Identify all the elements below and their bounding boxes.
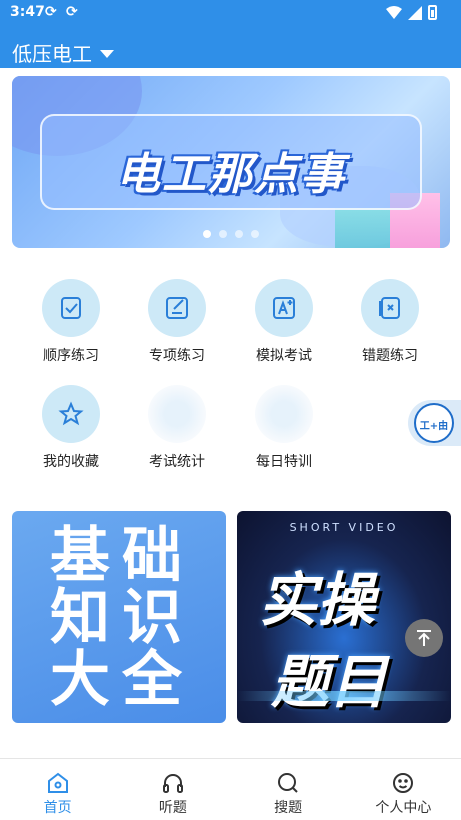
card-title: 基础知识大全 bbox=[50, 521, 194, 715]
icon-circle bbox=[255, 279, 313, 337]
card-title-line2: 题目 bbox=[271, 648, 388, 716]
icon-circle bbox=[148, 279, 206, 337]
wifi-icon bbox=[386, 5, 402, 19]
grid-item-exam-stats[interactable]: 考试统计 bbox=[127, 385, 227, 471]
icon-circle bbox=[42, 385, 100, 443]
carousel-dots bbox=[12, 230, 450, 238]
carousel-dot[interactable] bbox=[219, 230, 227, 238]
grid-item-label: 我的收藏 bbox=[43, 454, 99, 470]
daily-training-icon bbox=[255, 385, 313, 443]
headphones-icon bbox=[162, 774, 183, 793]
grid-item-mock-exam[interactable]: 模拟考试 bbox=[234, 279, 334, 365]
bottom-navigation: 首页 听题 搜题 个人中心 bbox=[0, 758, 461, 820]
nav-search[interactable]: 搜题 bbox=[231, 759, 346, 820]
grid-item-label: 考试统计 bbox=[149, 454, 205, 470]
grid-item-sequential-practice[interactable]: 顺序练习 bbox=[21, 279, 121, 365]
grid-item-topic-practice[interactable]: 专项练习 bbox=[127, 279, 227, 365]
status-bar: 3:47 ⟳ ⟳ bbox=[0, 0, 461, 26]
card-subtitle: SHORT VIDEO bbox=[289, 521, 399, 534]
nav-label: 搜题 bbox=[274, 800, 303, 816]
banner-panel: 电工那点事 bbox=[40, 114, 422, 210]
profile-icon bbox=[393, 773, 414, 793]
nav-label: 个人中心 bbox=[375, 800, 432, 816]
stats-icon bbox=[148, 385, 206, 443]
nav-home[interactable]: 首页 bbox=[0, 759, 115, 820]
status-time: 3:47 bbox=[10, 4, 45, 20]
status-indicators bbox=[386, 5, 437, 20]
battery-icon bbox=[428, 5, 437, 20]
sync-icon: ⟳ bbox=[66, 4, 78, 20]
grid-item-wrong-practice[interactable]: 错题练习 bbox=[340, 279, 440, 365]
carousel-dot[interactable] bbox=[235, 230, 243, 238]
nav-label: 听题 bbox=[158, 800, 187, 816]
card-title-line1: 实操 bbox=[259, 566, 376, 634]
badge-logo: 工+由 bbox=[414, 403, 454, 443]
exam-icon bbox=[273, 297, 295, 319]
carousel-dot[interactable] bbox=[203, 230, 211, 238]
top-bar: 3:47 ⟳ ⟳ 低压电工 bbox=[0, 0, 461, 68]
grid-item-daily-training[interactable]: 每日特训 bbox=[234, 385, 334, 471]
checklist-icon bbox=[61, 297, 81, 319]
banner-title: 电工那点事 bbox=[116, 149, 346, 200]
grid-item-label: 专项练习 bbox=[149, 348, 205, 364]
star-icon bbox=[58, 401, 84, 426]
category-selector[interactable]: 低压电工 bbox=[12, 38, 114, 67]
banner-carousel[interactable]: 电工那点事 bbox=[12, 76, 450, 248]
practical-questions-card[interactable]: SHORT VIDEO 实操 题目 bbox=[237, 511, 451, 723]
grid-item-favorites[interactable]: 我的收藏 bbox=[21, 385, 121, 471]
nav-label: 首页 bbox=[43, 800, 72, 816]
card-decoration bbox=[237, 691, 451, 701]
basic-knowledge-card[interactable]: 基础知识大全 bbox=[12, 511, 226, 723]
grid-item-label: 模拟考试 bbox=[256, 348, 312, 364]
home-icon bbox=[47, 772, 68, 793]
page-title: 低压电工 bbox=[12, 42, 92, 66]
sync-icon: ⟳ bbox=[45, 4, 57, 20]
badge-logo-text: 工+由 bbox=[419, 421, 449, 432]
scroll-to-top-button[interactable] bbox=[405, 619, 443, 657]
banner-decoration bbox=[335, 208, 390, 248]
grid-item-label: 错题练习 bbox=[362, 348, 418, 364]
wrong-question-icon bbox=[379, 297, 400, 319]
icon-circle bbox=[42, 279, 100, 337]
chevron-down-icon bbox=[100, 50, 114, 58]
floating-promo-badge[interactable]: 工+由 bbox=[408, 400, 461, 446]
grid-item-label: 顺序练习 bbox=[43, 348, 99, 364]
icon-circle bbox=[361, 279, 419, 337]
grid-item-label: 每日特训 bbox=[256, 454, 312, 470]
nav-profile[interactable]: 个人中心 bbox=[346, 759, 461, 820]
nav-listen[interactable]: 听题 bbox=[115, 759, 230, 820]
carousel-dot[interactable] bbox=[251, 230, 259, 238]
signal-icon bbox=[408, 5, 422, 20]
arrow-up-icon bbox=[417, 630, 431, 646]
edit-note-icon bbox=[166, 297, 188, 319]
search-icon bbox=[278, 773, 298, 793]
